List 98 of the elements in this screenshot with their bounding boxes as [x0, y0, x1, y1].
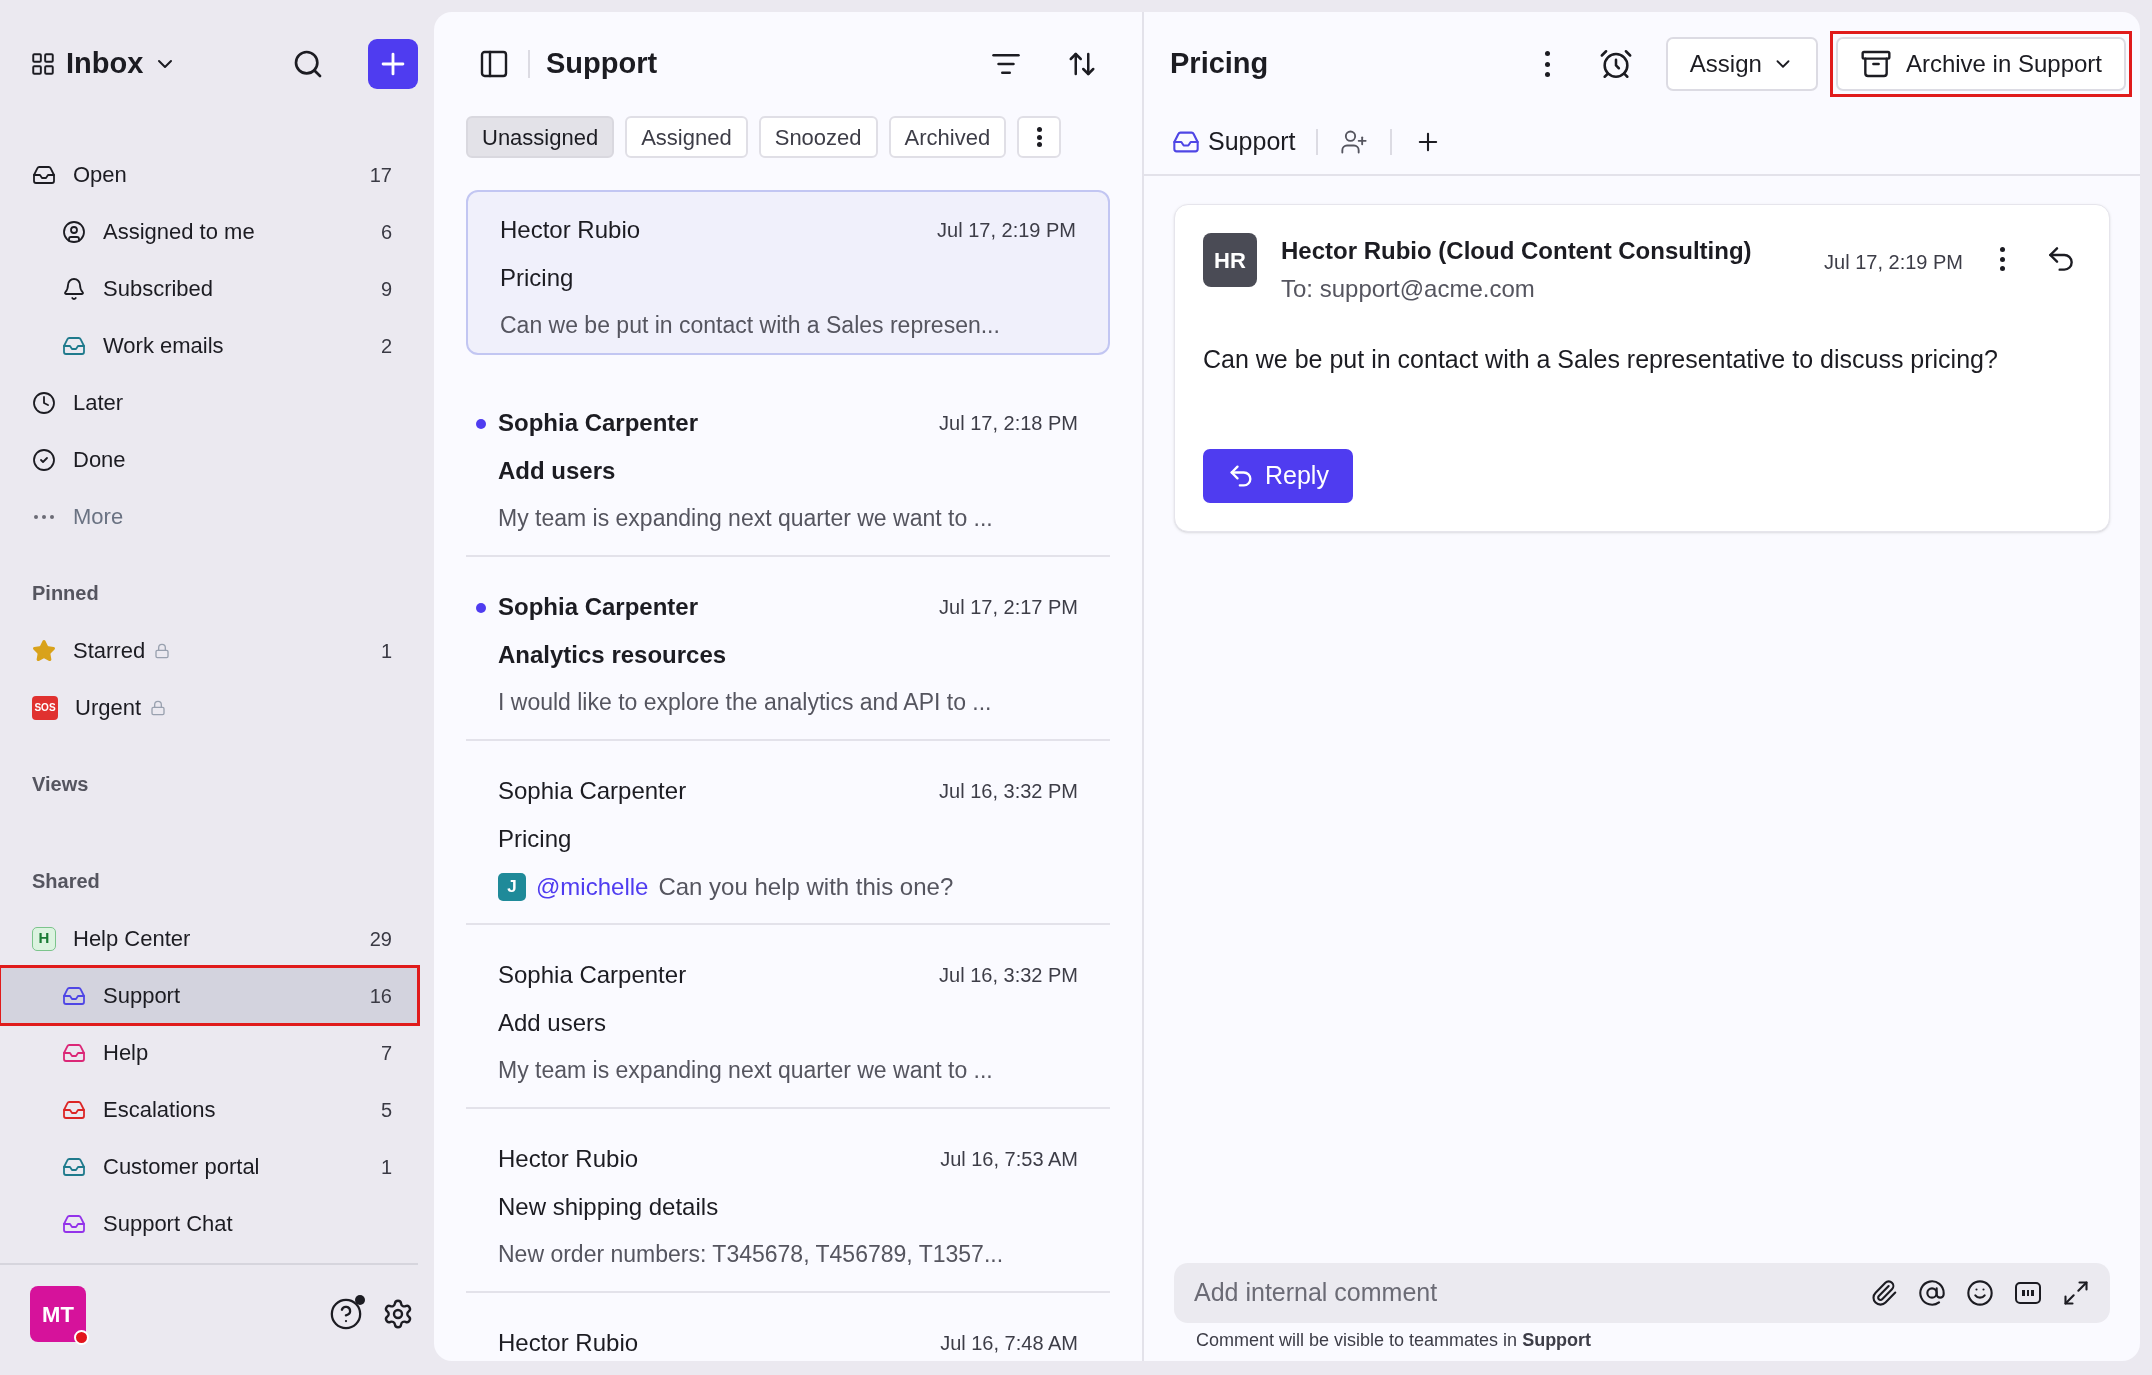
sidebar-item[interactable]: Done — [0, 431, 418, 488]
sidebar-item[interactable]: Starred 1 — [0, 622, 418, 679]
message-subject: New shipping details — [498, 1192, 720, 1222]
recipient: To: support@acme.com — [1281, 274, 1536, 304]
message-subject: Pricing — [498, 824, 573, 854]
sender-name: Sophia Carpenter — [498, 592, 699, 622]
section-heading: Shared — [32, 869, 100, 894]
more-vertical-icon — [1036, 127, 1043, 147]
user-plus-icon — [1339, 128, 1368, 156]
sidebar-item[interactable]: Assigned to me 6 — [0, 203, 418, 260]
message-time: Jul 17, 2:19 PM — [1824, 250, 1963, 275]
sidebar-item[interactable]: Support 16 — [0, 967, 418, 1024]
message-time: Jul 16, 7:53 AM — [940, 1147, 1078, 1172]
help-icon — [329, 1297, 363, 1331]
sender-name: Sophia Carpenter — [498, 408, 699, 438]
clock-icon — [32, 390, 56, 415]
sos-icon: SOS — [32, 695, 58, 720]
sidebar-item[interactable]: Subscribed 9 — [0, 260, 418, 317]
comment-field[interactable]: Add internal comment — [1194, 1274, 1850, 1312]
sender-avatar: HR — [1203, 233, 1257, 287]
sender-name: Hector Rubio — [500, 215, 641, 245]
more-vertical-icon — [1544, 51, 1551, 77]
sender-name: Hector Rubio — [498, 1328, 639, 1358]
section-heading: Pinned — [32, 581, 99, 606]
more-vertical-icon — [1999, 247, 2005, 271]
comment-box[interactable]: Add internal comment — [1174, 1263, 2110, 1323]
sidebar-item[interactable]: SOS Urgent — [0, 679, 418, 736]
sender-name: Sophia Carpenter — [498, 960, 687, 990]
message-preview: New order numbers: T345678, T456789, T1357... — [498, 1240, 1005, 1269]
letter-badge-icon: H — [32, 926, 56, 951]
sidebar-item[interactable]: H Help Center 29 — [0, 910, 418, 967]
star-icon — [32, 638, 56, 663]
check-circle-icon — [32, 447, 56, 472]
reply-button[interactable]: Reply — [1203, 448, 1353, 503]
list-title: Support — [546, 46, 658, 82]
message-time: Jul 17, 2:18 PM — [939, 411, 1078, 436]
sidebar-item[interactable]: Later — [0, 374, 418, 431]
comment-note: Comment will be visible to teammates in Support — [1195, 1329, 1593, 1352]
more-icon — [34, 514, 54, 519]
user-avatar[interactable]: MT — [30, 1286, 86, 1342]
compose-button[interactable] — [368, 39, 418, 89]
settings-icon — [382, 1298, 414, 1330]
sender-name: Hector Rubio (Cloud Content Consulting) — [1281, 236, 1753, 266]
conversation-title: Pricing — [1170, 46, 1269, 82]
inbox-menu-button[interactable]: Inbox — [30, 42, 178, 86]
sidebar-item[interactable]: Support Chat — [0, 1195, 418, 1252]
archive-icon — [1859, 48, 1892, 80]
message-preview: I would like to explore the analytics and API to ... — [498, 688, 993, 717]
sidebar-item[interactable]: Work emails 2 — [0, 317, 418, 374]
alarm-clock-icon — [1598, 47, 1633, 81]
expand-icon[interactable] — [2062, 1279, 2090, 1307]
conversation-item[interactable]: Hector Rubio Jul 17, 2:19 PM Pricing Can we be put in contact with a Sales represen... — [466, 190, 1110, 355]
paperclip-icon[interactable] — [1870, 1279, 1898, 1307]
conversation-item[interactable]: Hector Rubio Jul 16, 7:48 AM — [466, 1293, 1110, 1361]
sidebar-item[interactable]: Open 17 — [0, 146, 418, 203]
message-subject: Add users — [498, 1008, 608, 1038]
user-icon — [62, 219, 86, 244]
conversation-item[interactable]: Sophia Carpenter Jul 17, 2:17 PM Analytics resources I would like to explore the analytics and API to ... — [466, 557, 1110, 741]
archive-button[interactable]: Archive in Support — [1835, 37, 2126, 91]
search-icon — [292, 48, 324, 80]
inbox-tag[interactable]: Support — [1172, 123, 1296, 161]
email-body: Can we be put in contact with a Sales representative to discuss pricing? — [1203, 344, 1999, 375]
assign-button[interactable]: Assign — [1665, 37, 1818, 91]
bell-icon — [62, 276, 86, 301]
section-heading: Views — [32, 772, 89, 797]
more-button[interactable] — [1017, 116, 1062, 158]
message-time: Jul 17, 2:19 PM — [937, 218, 1076, 243]
mention-icon[interactable] — [1918, 1279, 1946, 1307]
message-time: Jul 16, 7:48 AM — [940, 1331, 1078, 1356]
message-subject: Analytics resources — [498, 640, 728, 670]
message-time: Jul 16, 3:32 PM — [939, 963, 1078, 988]
sender-name: Sophia Carpenter — [498, 776, 687, 806]
conversation-item[interactable]: Sophia Carpenter Jul 16, 3:32 PM Add users My team is expanding next quarter we want to ... — [466, 925, 1110, 1109]
message-subject: Add users — [498, 456, 617, 486]
conversation-item[interactable]: Sophia Carpenter Jul 17, 2:18 PM Add users My team is expanding next quarter we want to ... — [466, 373, 1110, 557]
filter-tab[interactable]: Unassigned — [466, 116, 615, 158]
message-preview: Can we be put in contact with a Sales represen... — [500, 311, 1001, 340]
sidebar-item[interactable]: Help 7 — [0, 1024, 418, 1081]
sidebar-item[interactable]: Customer portal 1 — [0, 1138, 418, 1195]
mention-link[interactable]: @michelle — [536, 869, 649, 905]
user-avatar: J — [498, 873, 526, 901]
conversation-item[interactable]: Hector Rubio Jul 16, 7:53 AM New shipping details New order numbers: T345678, T456789, T1357... — [466, 1109, 1110, 1293]
message-time: Jul 17, 2:17 PM — [939, 595, 1078, 620]
grid-icon — [30, 51, 56, 77]
message-preview: My team is expanding next quarter we want to ... — [498, 504, 994, 533]
filter-tab[interactable]: Archived — [888, 116, 1007, 158]
filter-tab[interactable]: Assigned — [625, 116, 748, 158]
sender-name: Hector Rubio — [498, 1144, 639, 1174]
message-subject: Pricing — [500, 263, 575, 293]
message-preview: My team is expanding next quarter we want to ... — [498, 1056, 994, 1085]
conversation-item[interactable]: Sophia Carpenter Jul 16, 3:32 PM Pricing J @michelle Can you help with this one? — [466, 741, 1110, 925]
emoji-icon[interactable] — [1966, 1279, 1994, 1307]
panel-icon — [478, 48, 510, 80]
sidebar-item[interactable]: Escalations 5 — [0, 1081, 418, 1138]
sidebar-item[interactable]: More — [0, 488, 418, 545]
filter-tab[interactable]: Snoozed — [758, 116, 878, 158]
message-preview: Can you help with this one? — [658, 872, 954, 902]
message-time: Jul 16, 3:32 PM — [939, 779, 1078, 804]
